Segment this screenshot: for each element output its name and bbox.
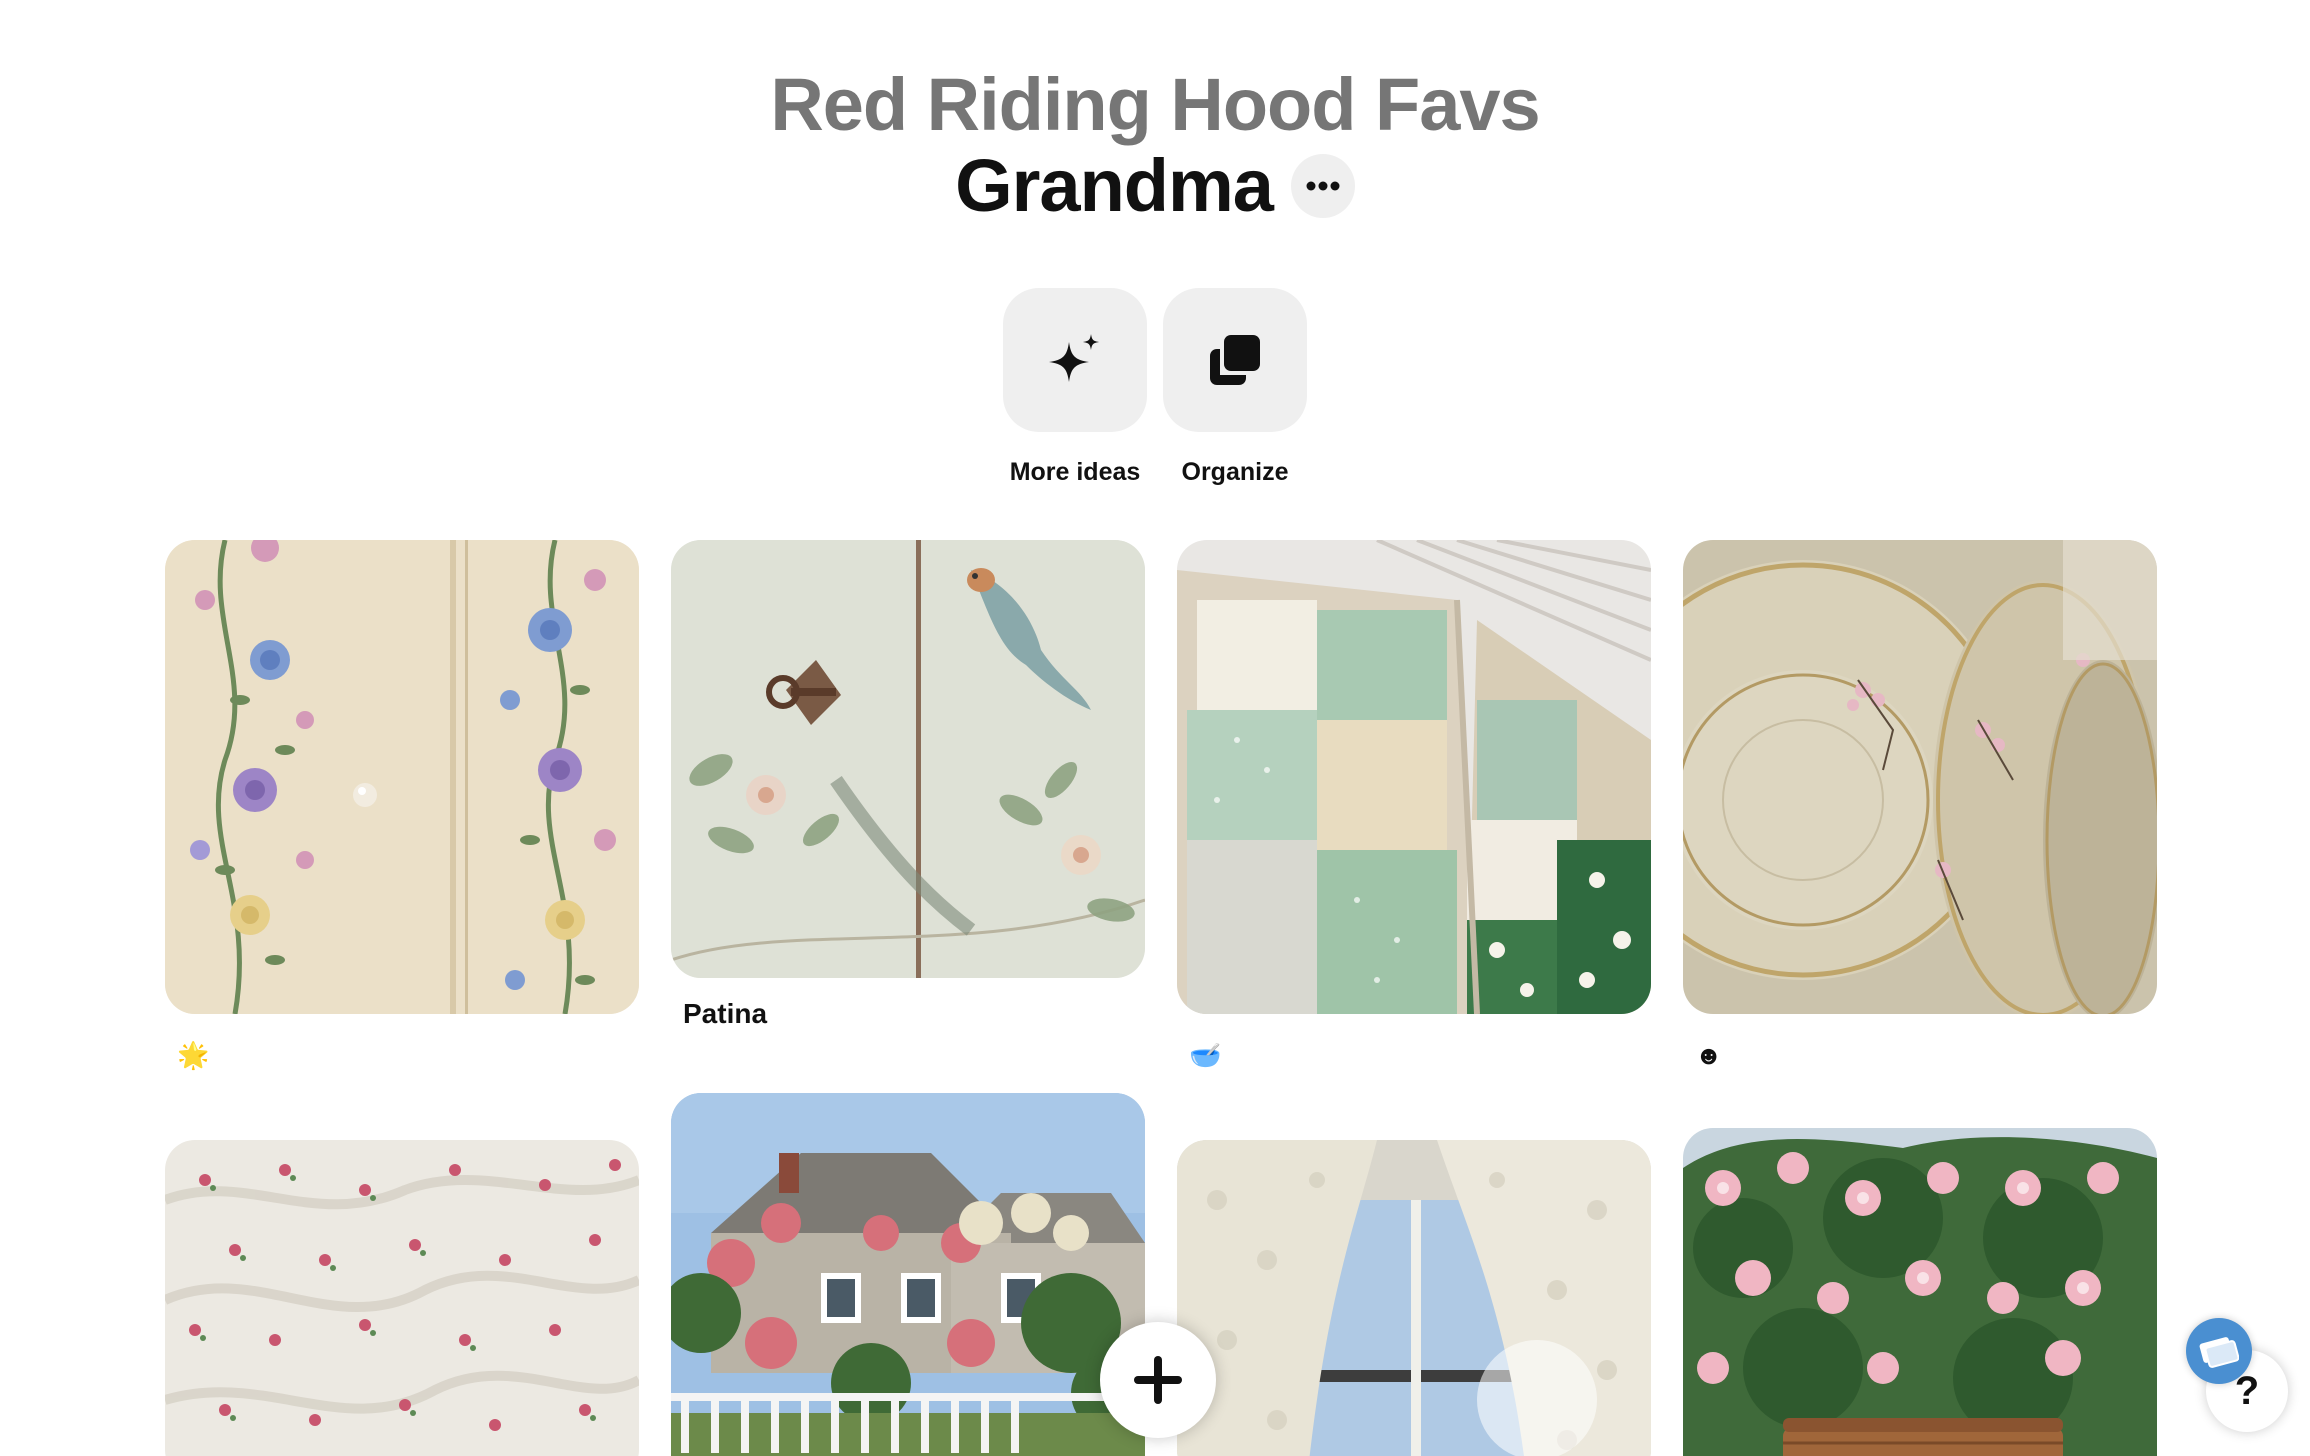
pin-image-rose-bush[interactable] (1683, 1128, 2157, 1456)
pin-card[interactable]: ☻ (1683, 540, 2157, 1070)
pin-card[interactable]: 🥣 (1177, 540, 1651, 1070)
organize-label: Organize (1181, 458, 1289, 486)
pin-image-rose-bedding[interactable] (165, 1140, 639, 1456)
sparkle-icon (1049, 334, 1099, 382)
plus-icon (1134, 1356, 1182, 1404)
more-ideas-button[interactable] (1003, 288, 1147, 432)
pin-caption: 🌟 (177, 1040, 210, 1070)
board-title: Grandma (955, 144, 1274, 227)
pin-image-floral-china[interactable] (1683, 540, 2157, 1014)
pin-card[interactable] (1683, 1128, 2157, 1456)
tickets-icon (2199, 1337, 2239, 1368)
organize-icon (1210, 335, 1260, 385)
pin-card[interactable]: 🌟 (165, 540, 639, 1070)
parent-board-title[interactable]: Red Riding Hood Favs (0, 60, 2310, 150)
pin-card[interactable] (1177, 1140, 1651, 1456)
help-badge[interactable] (2186, 1318, 2252, 1384)
pin-image-cottage[interactable] (671, 1093, 1145, 1456)
pin-caption: 🥣 (1189, 1040, 1222, 1070)
board-options-button[interactable] (1290, 154, 1355, 218)
more-ideas-label: More ideas (1009, 458, 1141, 486)
more-ideas-action[interactable]: More ideas (1003, 288, 1147, 487)
organize-button[interactable] (1163, 288, 1307, 432)
pin-card[interactable] (671, 1093, 1145, 1456)
board-header: Red Riding Hood Favs Grandma (0, 60, 2310, 226)
ellipsis-icon (1306, 181, 1340, 191)
organize-action[interactable]: Organize (1163, 288, 1307, 487)
pin-image-embroidered-cardigan[interactable] (165, 540, 639, 1014)
pin-card[interactable]: Patina (671, 540, 1145, 1030)
board-title-row: Grandma (955, 146, 1355, 226)
pin-image-lace-curtain[interactable] (1177, 1140, 1651, 1456)
pin-image-patchwork-quilt[interactable] (1177, 540, 1651, 1014)
pin-title[interactable]: Patina (671, 978, 1145, 1030)
pin-card[interactable] (165, 1140, 639, 1456)
board-actions: More ideas Organize (0, 288, 2310, 487)
pin-caption: ☻ (1695, 1040, 1723, 1070)
add-pin-button[interactable] (1100, 1322, 1216, 1438)
pin-image-painted-door[interactable] (671, 540, 1145, 978)
